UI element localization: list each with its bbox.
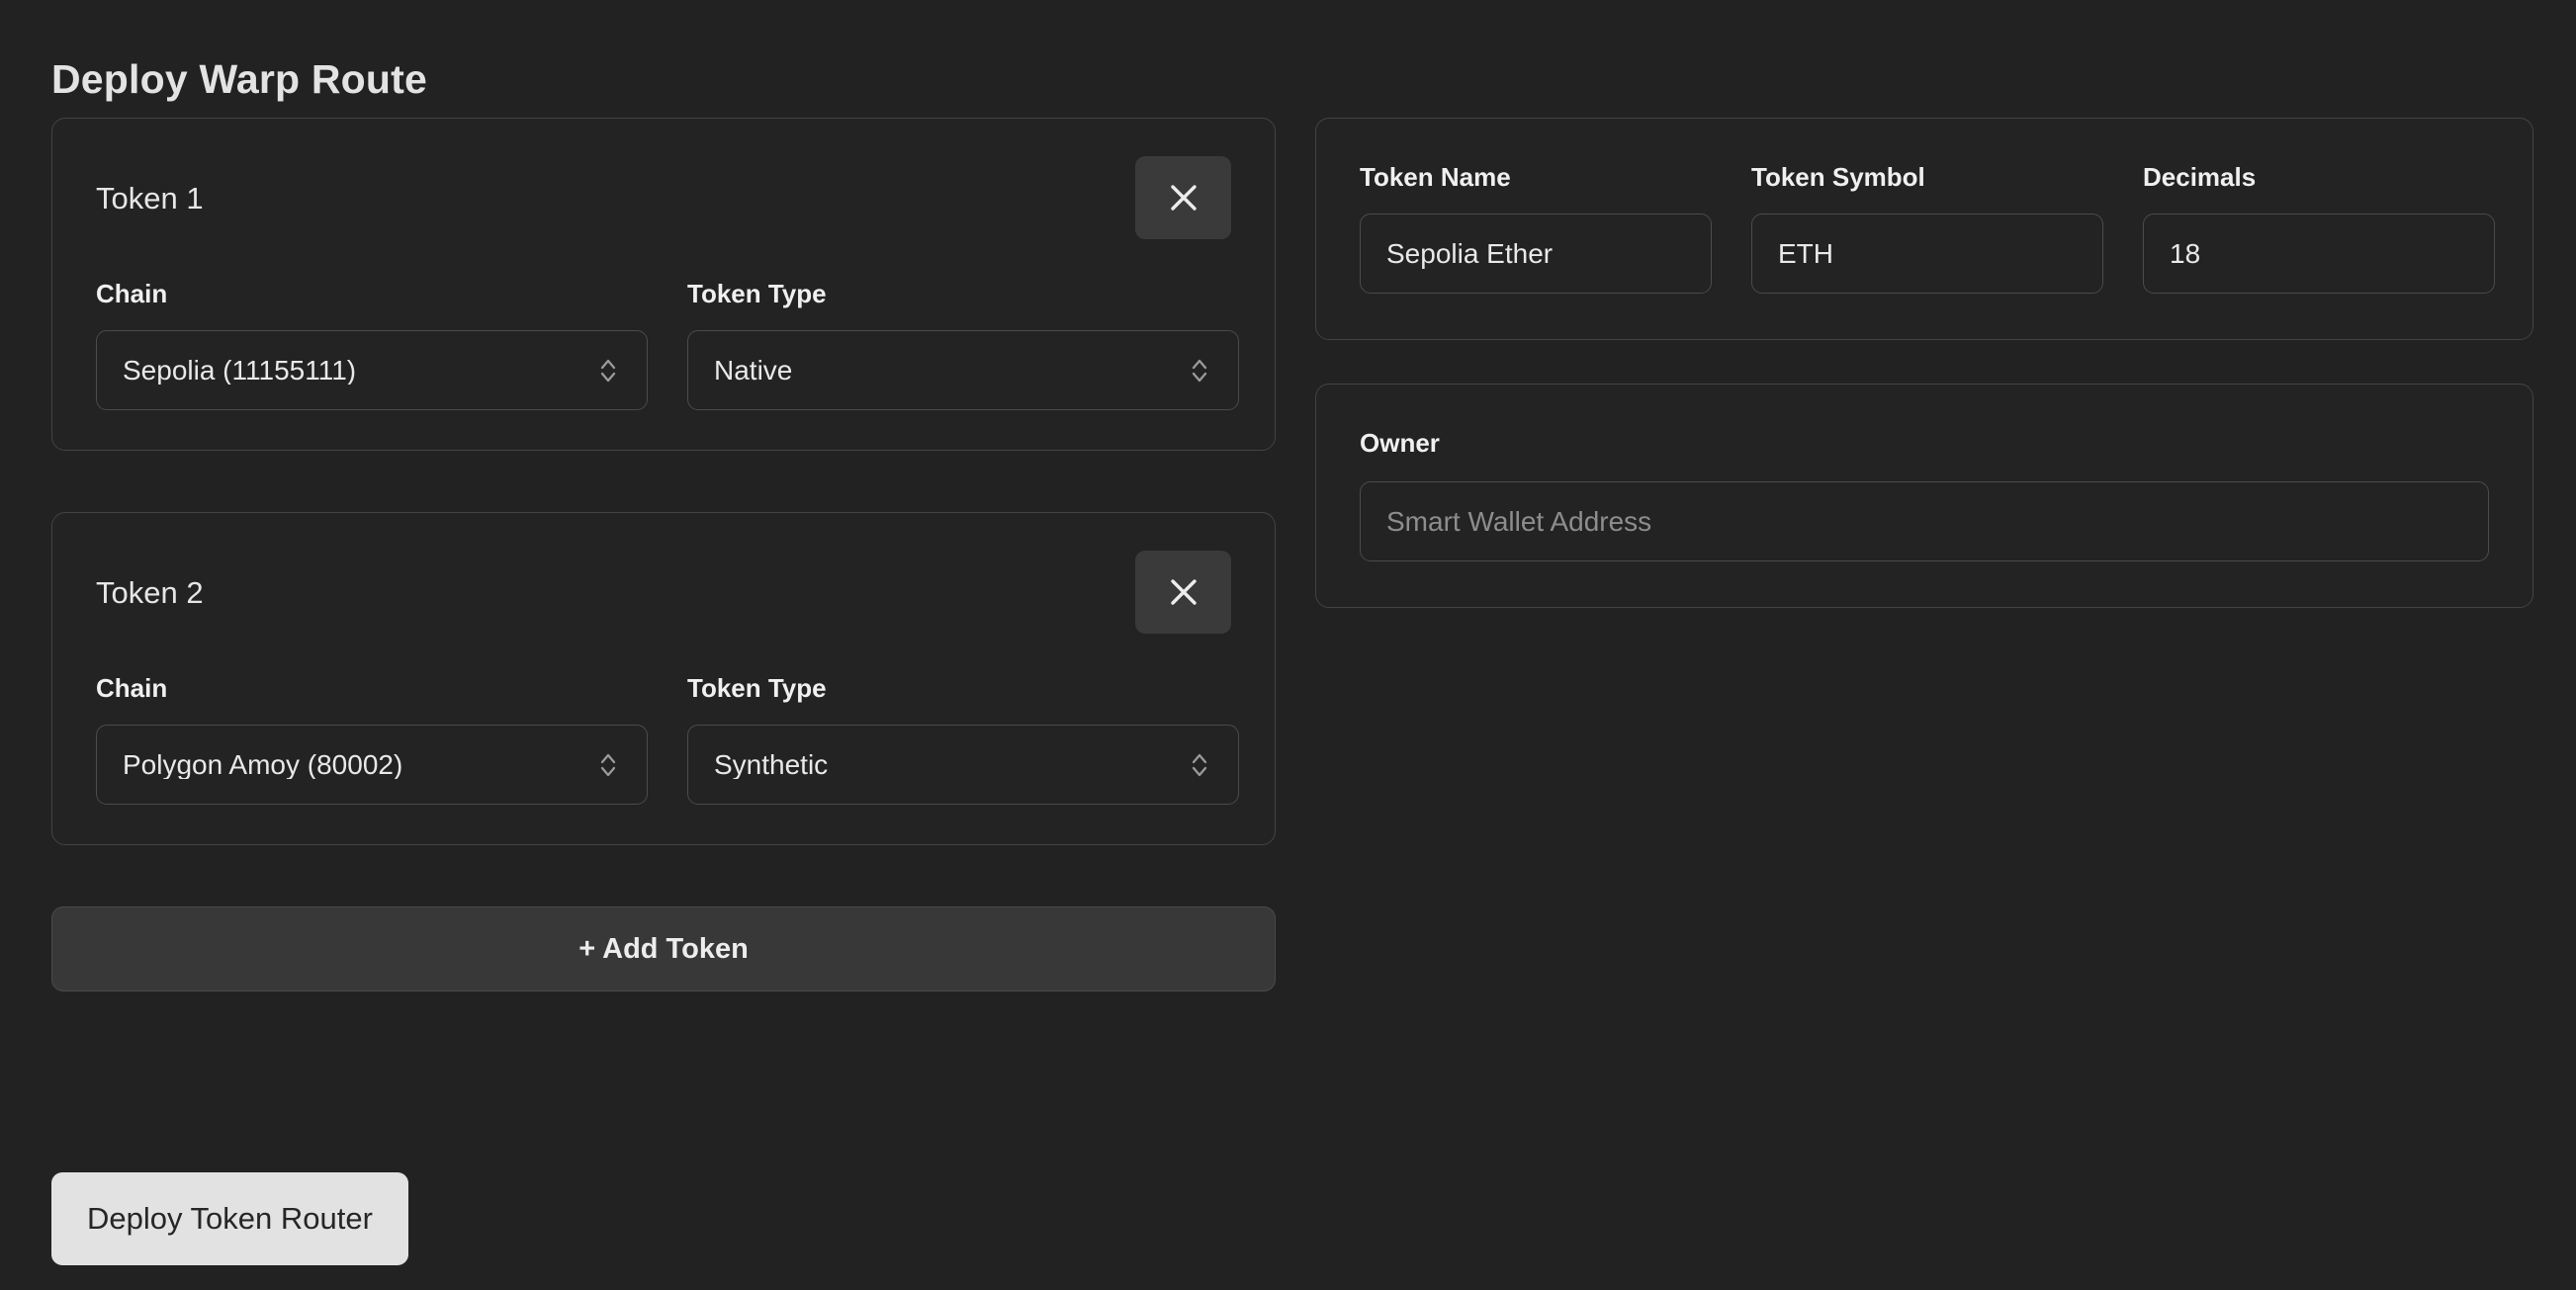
- chain-select[interactable]: Polygon Amoy (80002): [96, 725, 648, 805]
- token-card-title: Token 1: [96, 180, 204, 215]
- chevron-updown-icon: [595, 748, 621, 782]
- token-name-input[interactable]: [1360, 214, 1712, 294]
- token-metadata-row: Token Name Token Symbol Decimals: [1360, 164, 2495, 294]
- token-fields-row: Chain Sepolia (11155111) Token Type Nati…: [96, 281, 1239, 410]
- owner-address-input[interactable]: [1360, 481, 2489, 561]
- token-card: Token 1 Chain Sepolia (11155111) Token T…: [51, 118, 1276, 451]
- chevron-updown-icon: [1187, 748, 1212, 782]
- token-symbol-label: Token Symbol: [1751, 162, 1925, 192]
- decimals-field: Decimals: [2143, 164, 2495, 294]
- token-card: Token 2 Chain Polygon Amoy (80002) Token…: [51, 512, 1276, 845]
- decimals-input[interactable]: [2143, 214, 2495, 294]
- token-symbol-input[interactable]: [1751, 214, 2103, 294]
- token-name-field: Token Name: [1360, 164, 1712, 294]
- token-card-header: Token 2: [96, 551, 1231, 634]
- chevron-updown-icon: [1187, 354, 1212, 387]
- token-type-label: Token Type: [687, 673, 827, 703]
- token-type-select[interactable]: Synthetic: [687, 725, 1239, 805]
- token-card-header: Token 1: [96, 156, 1231, 239]
- token-symbol-field: Token Symbol: [1751, 164, 2103, 294]
- add-token-button[interactable]: + Add Token: [51, 906, 1276, 991]
- remove-token-button[interactable]: [1135, 551, 1231, 634]
- page-title: Deploy Warp Route: [51, 56, 428, 103]
- token-type-select[interactable]: Native: [687, 330, 1239, 410]
- chain-select-value: Polygon Amoy (80002): [123, 750, 403, 779]
- owner-label: Owner: [1360, 428, 1440, 458]
- chain-field: Chain Sepolia (11155111): [96, 281, 648, 410]
- chevron-updown-icon: [595, 354, 621, 387]
- token-name-label: Token Name: [1360, 162, 1511, 192]
- token-type-field: Token Type Synthetic: [687, 675, 1239, 805]
- deploy-warp-route-page: Deploy Warp Route Token 1 Chain Sepolia …: [0, 0, 2576, 1290]
- token-type-label: Token Type: [687, 279, 827, 308]
- close-icon: [1166, 180, 1201, 215]
- token-type-select-value: Synthetic: [714, 750, 829, 779]
- token-metadata-card: Token Name Token Symbol Decimals: [1315, 118, 2533, 340]
- chain-label: Chain: [96, 279, 168, 308]
- remove-token-button[interactable]: [1135, 156, 1231, 239]
- deploy-token-router-button[interactable]: Deploy Token Router: [51, 1172, 408, 1265]
- token-list-column: Token 1 Chain Sepolia (11155111) Token T…: [51, 118, 1276, 991]
- token-fields-row: Chain Polygon Amoy (80002) Token Type Sy…: [96, 675, 1239, 805]
- token-card-title: Token 2: [96, 574, 204, 610]
- token-metadata-column: Token Name Token Symbol Decimals Owner: [1315, 118, 2533, 608]
- chain-select-value: Sepolia (11155111): [123, 356, 357, 385]
- token-type-field: Token Type Native: [687, 281, 1239, 410]
- chain-select[interactable]: Sepolia (11155111): [96, 330, 648, 410]
- owner-card: Owner: [1315, 384, 2533, 608]
- chain-label: Chain: [96, 673, 168, 703]
- decimals-label: Decimals: [2143, 162, 2257, 192]
- chain-field: Chain Polygon Amoy (80002): [96, 675, 648, 805]
- close-icon: [1166, 574, 1201, 610]
- token-type-select-value: Native: [714, 356, 793, 385]
